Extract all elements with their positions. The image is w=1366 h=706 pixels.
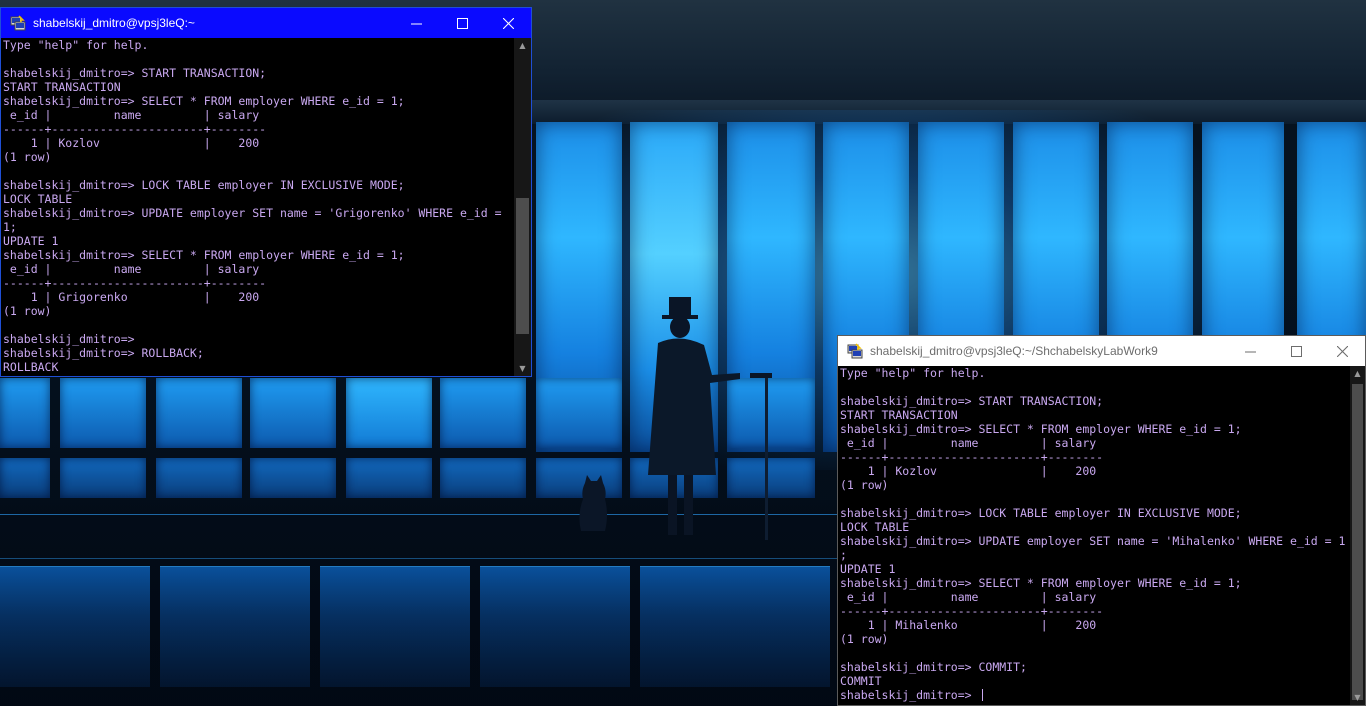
- scroll-down-arrow-icon[interactable]: ▼: [514, 361, 531, 376]
- terminal-line: e_id | name | salary: [3, 262, 260, 276]
- minimize-button[interactable]: [1227, 336, 1273, 366]
- wallpaper-cat-silhouette: [579, 475, 607, 531]
- wallpaper-window-pane: [346, 458, 432, 498]
- maximize-icon: [1290, 345, 1302, 357]
- terminal-line: 1;: [3, 220, 17, 234]
- terminal-line: (1 row): [3, 304, 52, 318]
- close-icon: [1336, 345, 1348, 357]
- terminal-line: shabelskij_dmitro=> SELECT * FROM employ…: [840, 576, 1242, 590]
- terminal-line: UPDATE 1: [840, 562, 896, 576]
- terminal-line: e_id | name | salary: [3, 108, 260, 122]
- wallpaper-window-pane: [60, 378, 146, 448]
- terminal-line: (1 row): [840, 632, 889, 646]
- terminal-left-titlebar[interactable]: shabelskij_dmitro@vpsj3leQ:~: [1, 8, 531, 38]
- wallpaper-window-pane: [536, 378, 622, 448]
- wallpaper-window-pane: [250, 378, 336, 448]
- terminal-right-titlebar[interactable]: shabelskij_dmitro@vpsj3leQ:~/Shchabelsky…: [838, 336, 1365, 366]
- putty-icon: [847, 343, 863, 359]
- terminal-line: ;: [840, 548, 847, 562]
- wallpaper-window-pane: [0, 378, 50, 448]
- terminal-right-lines: Type "help" for help. shabelskij_dmitro=>…: [838, 366, 1350, 702]
- terminal-line: ------+----------------------+--------: [840, 450, 1104, 464]
- text-cursor: [982, 689, 984, 701]
- wallpaper-window-pane: [156, 378, 242, 448]
- close-icon: [502, 17, 514, 29]
- scroll-up-arrow-icon[interactable]: ▲: [1350, 366, 1365, 381]
- maximize-button[interactable]: [1273, 336, 1319, 366]
- terminal-left-lines: Type "help" for help. shabelskij_dmitro=>…: [1, 38, 514, 374]
- terminal-line: shabelskij_dmitro=> ROLLBACK;: [3, 346, 204, 360]
- terminal-line: shabelskij_dmitro=> COMMIT;: [840, 660, 1027, 674]
- putty-icon: [10, 15, 26, 31]
- terminal-line: ROLLBACK: [3, 360, 59, 374]
- wallpaper-window-pane: [250, 458, 336, 498]
- terminal-line: (1 row): [840, 478, 889, 492]
- terminal-right-title: shabelskij_dmitro@vpsj3leQ:~/Shchabelsky…: [870, 344, 1158, 358]
- terminal-line: shabelskij_dmitro=> SELECT * FROM employ…: [3, 94, 405, 108]
- close-button[interactable]: [485, 8, 531, 38]
- terminal-line: shabelskij_dmitro=> START TRANSACTION;: [840, 394, 1104, 408]
- terminal-line: ------+----------------------+--------: [3, 122, 267, 136]
- maximize-icon: [456, 17, 468, 29]
- terminal-line: (1 row): [3, 150, 52, 164]
- terminal-line: shabelskij_dmitro=>: [3, 332, 135, 346]
- terminal-line: Type "help" for help.: [840, 366, 986, 380]
- terminal-line: shabelskij_dmitro=> UPDATE employer SET …: [3, 206, 502, 220]
- terminal-line: shabelskij_dmitro=> LOCK TABLE employer …: [840, 506, 1242, 520]
- terminal-line: LOCK TABLE: [3, 192, 73, 206]
- wallpaper-window-pane: [346, 378, 432, 448]
- terminal-line: START TRANSACTION: [840, 408, 958, 422]
- minimize-icon: [1244, 351, 1256, 352]
- terminal-line: shabelskij_dmitro=> UPDATE employer SET …: [840, 534, 1346, 548]
- wallpaper-window-pane: [440, 378, 526, 448]
- terminal-right-output[interactable]: Type "help" for help. shabelskij_dmitro=>…: [838, 366, 1350, 705]
- minimize-button[interactable]: [393, 8, 439, 38]
- terminal-line: Type "help" for help.: [3, 38, 149, 52]
- terminal-left-output[interactable]: Type "help" for help. shabelskij_dmitro=>…: [1, 38, 514, 376]
- terminal-line: ------+----------------------+--------: [840, 604, 1104, 618]
- terminal-line: START TRANSACTION: [3, 80, 121, 94]
- terminal-line: e_id | name | salary: [840, 590, 1097, 604]
- terminal-line: 1 | Kozlov | 200: [840, 464, 1097, 478]
- wallpaper-window-pane: [60, 458, 146, 498]
- wallpaper-man-silhouette: [648, 297, 772, 540]
- terminal-line: 1 | Mihalenko | 200: [840, 618, 1097, 632]
- terminal-line: LOCK TABLE: [840, 520, 910, 534]
- minimize-icon: [410, 23, 422, 24]
- terminal-left-scrollbar[interactable]: ▲ ▼: [514, 38, 531, 376]
- maximize-button[interactable]: [439, 8, 485, 38]
- terminal-line: shabelskij_dmitro=> START TRANSACTION;: [3, 66, 267, 80]
- terminal-line: 1 | Kozlov | 200: [3, 136, 260, 150]
- terminal-line: e_id | name | salary: [840, 436, 1097, 450]
- terminal-left-title: shabelskij_dmitro@vpsj3leQ:~: [33, 16, 195, 30]
- wallpaper-window-pane: [0, 458, 50, 498]
- wallpaper-window-pane: [440, 458, 526, 498]
- terminal-line: shabelskij_dmitro=> LOCK TABLE employer …: [3, 178, 405, 192]
- terminal-window-right[interactable]: shabelskij_dmitro@vpsj3leQ:~/Shchabelsky…: [837, 335, 1366, 706]
- scroll-up-arrow-icon[interactable]: ▲: [514, 38, 531, 53]
- close-button[interactable]: [1319, 336, 1365, 366]
- scroll-down-arrow-icon[interactable]: ▼: [1350, 690, 1365, 705]
- terminal-line: COMMIT: [840, 674, 882, 688]
- scrollbar-thumb[interactable]: [1352, 384, 1363, 700]
- terminal-right-scrollbar[interactable]: ▲ ▼: [1350, 366, 1365, 705]
- terminal-line: ------+----------------------+--------: [3, 276, 267, 290]
- terminal-line: shabelskij_dmitro=> SELECT * FROM employ…: [840, 422, 1242, 436]
- scrollbar-thumb[interactable]: [516, 198, 529, 334]
- wallpaper-window-pane: [156, 458, 242, 498]
- terminal-line: 1 | Grigorenko | 200: [3, 290, 260, 304]
- terminal-line: shabelskij_dmitro=> SELECT * FROM employ…: [3, 248, 405, 262]
- terminal-line: UPDATE 1: [3, 234, 59, 248]
- terminal-line: shabelskij_dmitro=>: [840, 688, 1350, 702]
- terminal-window-left[interactable]: shabelskij_dmitro@vpsj3leQ:~ Type "help"…: [0, 7, 532, 377]
